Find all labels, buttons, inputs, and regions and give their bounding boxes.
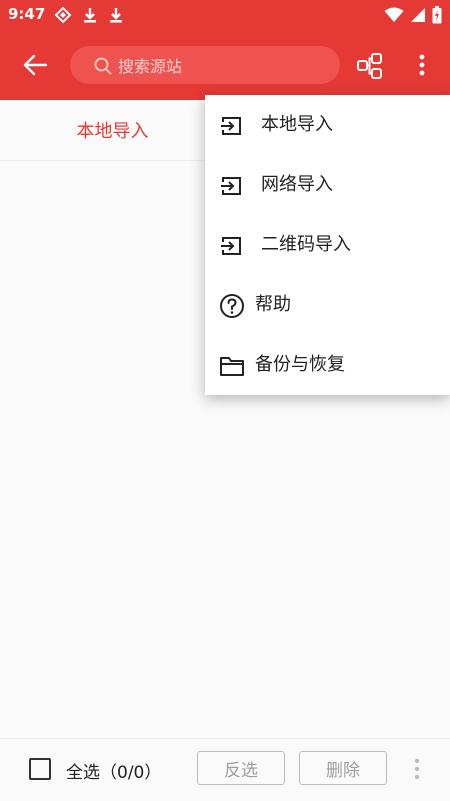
wifi-icon — [384, 7, 404, 22]
import-icon — [221, 237, 241, 255]
back-arrow-icon — [23, 54, 48, 76]
more-options-button[interactable] — [412, 52, 432, 80]
download-icon — [110, 8, 122, 23]
menu-item-backup-restore[interactable]: 备份与恢复 — [205, 335, 450, 395]
notification-icons — [54, 6, 124, 24]
group-button[interactable] — [356, 52, 384, 80]
tab-local-import[interactable]: 本地导入 — [0, 100, 225, 160]
overflow-menu: 本地导入 网络导入 二维码导入 帮助 备份与恢复 — [205, 95, 450, 395]
download-icon — [84, 8, 96, 23]
battery-icon — [432, 6, 442, 24]
signal-icon — [411, 8, 425, 22]
help-icon — [220, 294, 244, 318]
more-vert-icon — [414, 758, 420, 780]
menu-item-label: 二维码导入 — [261, 234, 351, 255]
select-all-label[interactable]: 全选（0/0） — [66, 758, 161, 783]
bottom-more-button[interactable] — [410, 757, 424, 783]
menu-item-label: 帮助 — [255, 294, 291, 315]
status-time: 9:47 — [8, 5, 46, 23]
import-icon — [221, 117, 241, 135]
status-bar: 9:47 — [0, 0, 450, 30]
import-icon — [221, 177, 241, 195]
select-all-checkbox[interactable] — [29, 758, 51, 780]
folder-icon — [220, 357, 244, 376]
group-icon — [357, 53, 382, 79]
menu-item-label: 网络导入 — [261, 174, 333, 195]
search-box[interactable] — [70, 46, 340, 86]
search-input[interactable] — [116, 46, 330, 86]
menu-item-help[interactable]: 帮助 — [205, 275, 450, 335]
menu-item-network-import[interactable]: 网络导入 — [205, 155, 450, 215]
delete-button[interactable]: 删除 — [299, 751, 387, 785]
system-icons — [384, 6, 442, 24]
menu-item-qrcode-import[interactable]: 二维码导入 — [205, 215, 450, 275]
bottom-action-bar: 全选（0/0） 反选 删除 — [0, 738, 450, 801]
more-vert-icon — [419, 54, 425, 76]
tag-icon — [54, 6, 72, 24]
invert-selection-button[interactable]: 反选 — [197, 751, 285, 785]
search-icon — [94, 57, 112, 75]
menu-item-local-import[interactable]: 本地导入 — [205, 95, 450, 155]
back-button[interactable] — [20, 51, 50, 79]
app-bar — [0, 30, 450, 100]
menu-item-label: 本地导入 — [261, 114, 333, 135]
menu-item-label: 备份与恢复 — [255, 354, 345, 375]
